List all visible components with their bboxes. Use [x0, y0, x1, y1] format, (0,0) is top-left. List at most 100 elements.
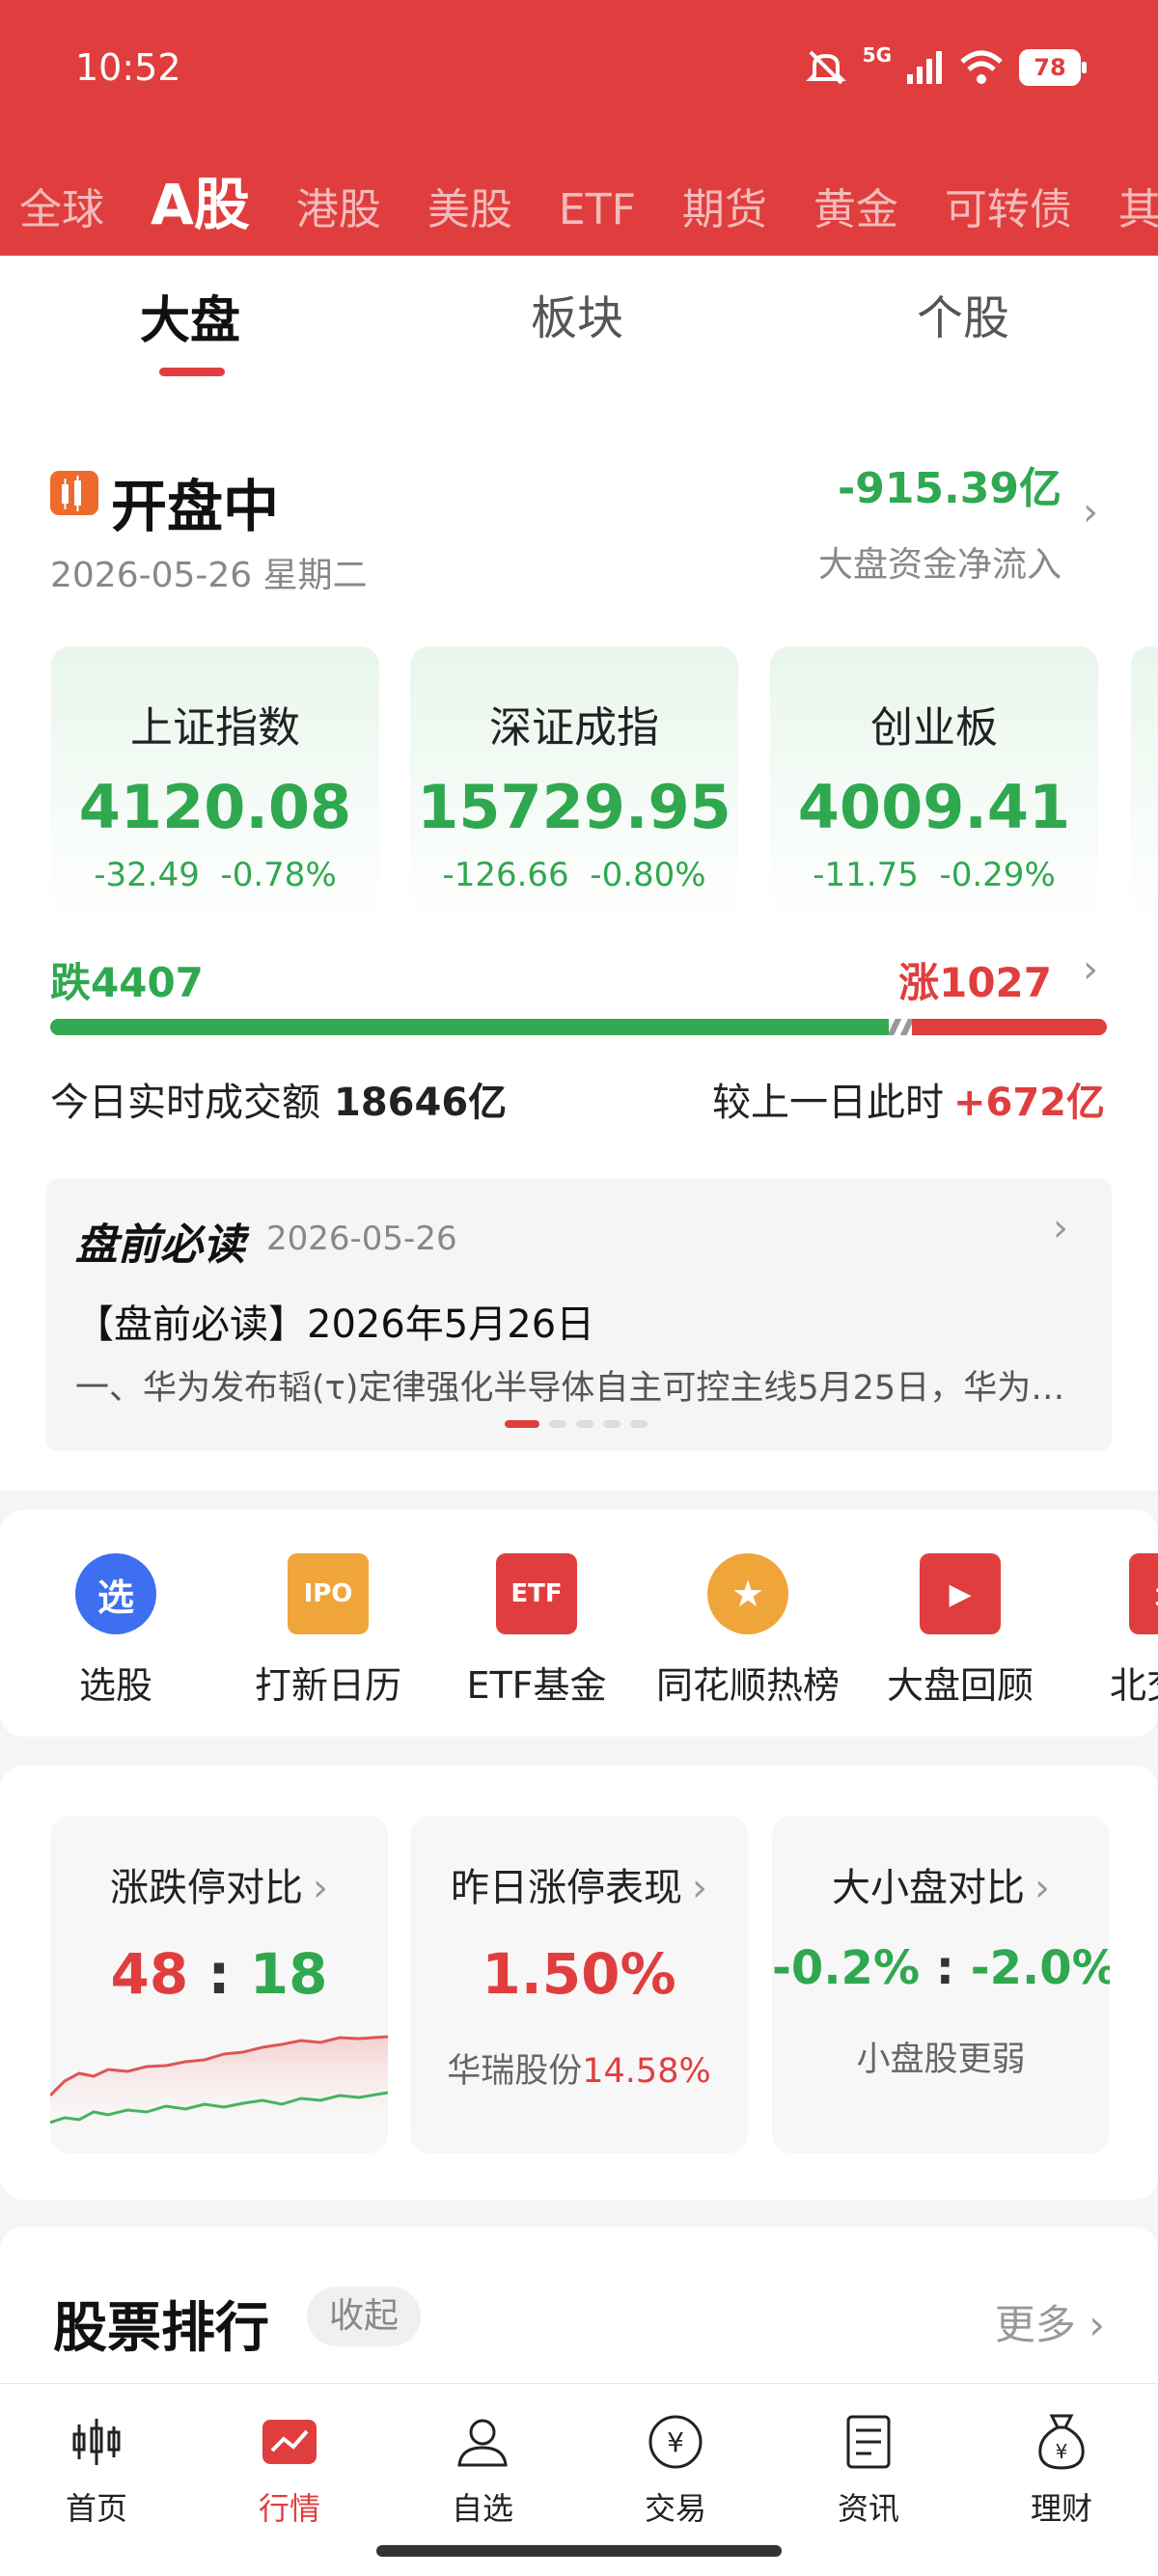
- more-link[interactable]: 更多 ›: [995, 2292, 1105, 2351]
- home-candlestick-icon: [66, 2411, 127, 2473]
- index-card-shenzhen[interactable]: 深证成指 15729.95 -126.66 -0.80%: [410, 646, 738, 926]
- tab-hk[interactable]: 港股: [296, 175, 381, 236]
- subtab-market[interactable]: 大盘: [140, 280, 240, 352]
- etf-icon: ETF: [496, 1553, 577, 1634]
- index-name: 上证指数: [130, 703, 300, 753]
- chevron-right-icon: ›: [313, 1866, 328, 1910]
- ipo-calendar-icon: IPO: [288, 1553, 369, 1634]
- chevron-right-icon[interactable]: ›: [1083, 490, 1098, 534]
- money-bag-icon: ¥: [1031, 2411, 1092, 2473]
- carousel-dot[interactable]: [576, 1420, 593, 1428]
- breadth-flat-segment: [889, 1019, 912, 1035]
- index-card-next[interactable]: [1131, 646, 1158, 926]
- chevron-right-icon[interactable]: ›: [1083, 947, 1098, 992]
- subtab-indicator: [159, 368, 225, 376]
- nav-trade[interactable]: ¥ 交易: [608, 2411, 743, 2529]
- stock-picker-icon: 选: [75, 1553, 156, 1634]
- yesterday-limit-value: 1.50%: [482, 1941, 676, 2007]
- tab-global[interactable]: 全球: [19, 175, 104, 236]
- tab-futures[interactable]: 期货: [682, 175, 767, 236]
- index-name: 创业板: [870, 703, 998, 753]
- app-root: 10:52 5G 78 全球 A股 港股 美股 ETF 期货 黄金 可转债 其他…: [0, 0, 1158, 2576]
- cap-compare-card[interactable]: 大小盘对比 › -0.2% : -2.0% 小盘股更弱: [772, 1816, 1110, 2153]
- card-title: 涨跌停对比: [110, 1866, 303, 1910]
- index-change: -11.75 -0.29%: [813, 856, 1056, 894]
- breadth-rise-segment: [912, 1019, 1107, 1035]
- nav-watchlist[interactable]: 自选: [415, 2411, 550, 2529]
- market-review-icon: ▶: [920, 1553, 1001, 1634]
- volume-value: 18646亿: [334, 1081, 508, 1125]
- tab-etf[interactable]: ETF: [559, 185, 636, 234]
- index-name: 深证成指: [489, 703, 659, 753]
- fall-count: 跌4407: [50, 959, 204, 1006]
- yesterday-limit-card[interactable]: 昨日涨停表现 › 1.50% 华瑞股份14.58%: [410, 1816, 748, 2153]
- net-flow-value[interactable]: -915.39亿: [838, 453, 1062, 515]
- tab-other[interactable]: 其他: [1118, 175, 1158, 236]
- chevron-right-icon[interactable]: ›: [1053, 1206, 1068, 1250]
- subtab-sector[interactable]: 板块: [531, 280, 623, 347]
- tool-ipo-calendar[interactable]: IPO 打新日历: [246, 1553, 410, 1709]
- net-flow-label: 大盘资金净流入: [817, 545, 1062, 585]
- subtab-stock[interactable]: 个股: [917, 280, 1009, 347]
- carousel-dot[interactable]: [630, 1420, 648, 1428]
- index-value: 4009.41: [797, 772, 1071, 842]
- news-title: 【盘前必读】2026年5月26日: [75, 1302, 595, 1347]
- market-date: 2026-05-26 星期二: [50, 556, 368, 595]
- news-card[interactable]: 盘前必读 2026-05-26 › 【盘前必读】2026年5月26日 一、华为发…: [46, 1179, 1112, 1451]
- tool-market-review[interactable]: ▶ 大盘回顾: [878, 1553, 1042, 1709]
- market-tabs: 全球 A股 港股 美股 ETF 期货 黄金 可转债 其他: [19, 159, 1158, 240]
- sub-tabs: 大盘 板块 个股: [0, 280, 1158, 376]
- carousel-dot[interactable]: [549, 1420, 566, 1428]
- svg-text:¥: ¥: [667, 2426, 684, 2458]
- tool-hot-list[interactable]: ★ 同花顺热榜: [647, 1553, 849, 1709]
- market-chart-icon: [259, 2411, 320, 2473]
- tab-a-share[interactable]: A股: [151, 159, 250, 240]
- card-title: 昨日涨停表现: [451, 1866, 682, 1910]
- limit-compare-card[interactable]: 涨跌停对比 › 48 : 18: [50, 1816, 388, 2153]
- tool-stock-picker[interactable]: 选 选股: [58, 1553, 174, 1709]
- collapse-button[interactable]: 收起: [307, 2287, 421, 2346]
- index-card-shanghai[interactable]: 上证指数 4120.08 -32.49 -0.78%: [51, 646, 379, 926]
- news-date: 2026-05-26: [266, 1219, 457, 1258]
- status-time: 10:52: [75, 46, 181, 89]
- index-change: -32.49 -0.78%: [94, 856, 337, 894]
- ranking-title: 股票排行: [53, 2297, 269, 2360]
- yen-coin-icon: ¥: [645, 2411, 706, 2473]
- nav-market[interactable]: 行情: [222, 2411, 357, 2529]
- compare-value: +672亿: [952, 1081, 1105, 1125]
- mute-icon: [805, 50, 846, 85]
- cap-ratio: -0.2% : -2.0%: [772, 1941, 1110, 1995]
- compare-row: 较上一日此时 +672亿: [711, 1081, 1105, 1125]
- card-title: 大小盘对比: [832, 1866, 1025, 1910]
- breadth-fall-segment: [50, 1019, 889, 1035]
- tab-us[interactable]: 美股: [427, 175, 512, 236]
- tool-etf-fund[interactable]: ETF ETF基金: [459, 1553, 614, 1709]
- chevron-right-icon: ›: [692, 1866, 707, 1910]
- nav-home[interactable]: 首页: [29, 2411, 164, 2529]
- cap-compare-note: 小盘股更弱: [856, 2041, 1026, 2079]
- top-header: 10:52 5G 78 全球 A股 港股 美股 ETF 期货 黄金 可转债 其他: [0, 0, 1158, 256]
- carousel-dot[interactable]: [603, 1420, 620, 1428]
- news-body: 一、华为发布韬(τ)定律强化半导体自主可控主线5月25日，华为…: [75, 1369, 1065, 1408]
- person-icon: [452, 2411, 513, 2473]
- home-indicator[interactable]: [376, 2545, 782, 2557]
- tool-bse[interactable]: 北 北交所: [1110, 1553, 1158, 1709]
- candlestick-icon: [50, 471, 98, 515]
- chevron-right-icon: ›: [1089, 2301, 1105, 2348]
- breadth-bar: [50, 1019, 1107, 1035]
- index-value: 15729.95: [417, 772, 731, 842]
- top-stock: 华瑞股份14.58%: [447, 2052, 711, 2091]
- nav-wealth[interactable]: ¥ 理财: [994, 2411, 1129, 2529]
- index-value: 4120.08: [78, 772, 352, 842]
- stat-cards: 涨跌停对比 › 48 : 18 昨日涨停表现 › 1.50% 华瑞股份14.58% …: [0, 1766, 1158, 2200]
- index-change: -126.66 -0.80%: [442, 856, 706, 894]
- rise-count: 涨1027: [898, 959, 1052, 1006]
- carousel-dot[interactable]: [505, 1420, 539, 1428]
- tab-gold[interactable]: 黄金: [813, 175, 898, 236]
- index-card-chinext[interactable]: 创业板 4009.41 -11.75 -0.29%: [770, 646, 1098, 926]
- tab-convertible[interactable]: 可转债: [945, 175, 1072, 236]
- signal-icon: [907, 51, 942, 84]
- carousel-dots: [505, 1420, 648, 1428]
- nav-news[interactable]: 资讯: [801, 2411, 936, 2529]
- volume-row: 今日实时成交额 18646亿: [50, 1081, 508, 1125]
